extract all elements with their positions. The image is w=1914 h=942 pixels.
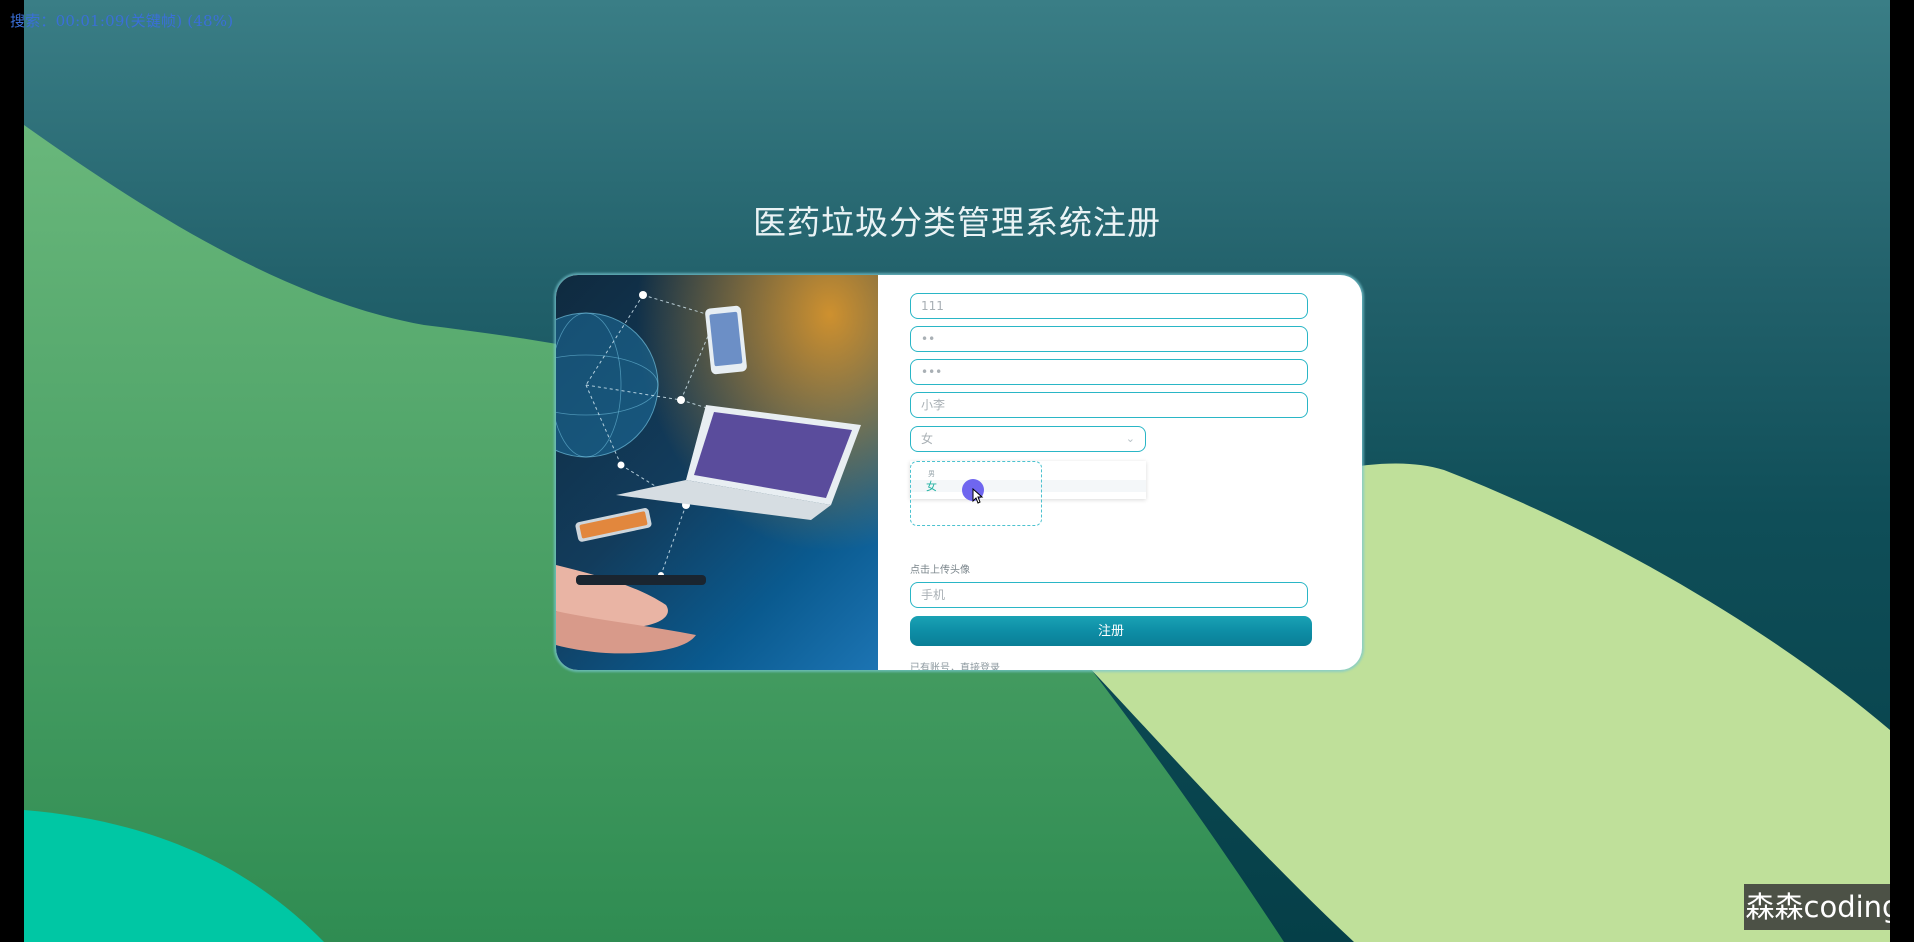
password-field[interactable]: •• bbox=[910, 326, 1308, 352]
devices-network-image bbox=[556, 275, 878, 670]
chevron-down-icon: ⌄ bbox=[1125, 432, 1135, 445]
confirm-password-field[interactable]: ••• bbox=[910, 359, 1308, 385]
register-button[interactable]: 注册 bbox=[910, 616, 1312, 646]
mouse-cursor-icon bbox=[972, 488, 984, 504]
page-background: 医药垃圾分类管理系统注册 111 •• ••• 小李 女 ⌄ 男 女 点击上传头… bbox=[24, 0, 1890, 942]
name-field[interactable]: 小李 bbox=[910, 392, 1308, 418]
page-title: 医药垃圾分类管理系统注册 bbox=[753, 203, 1161, 242]
account-field[interactable]: 111 bbox=[910, 293, 1308, 319]
tech-illustration bbox=[556, 275, 878, 670]
upload-avatar-label: 点击上传头像 bbox=[910, 565, 970, 576]
register-card: 111 •• ••• 小李 女 ⌄ 男 女 点击上传头像 手机 注册 已有账号，… bbox=[556, 275, 1362, 670]
phone-field[interactable]: 手机 bbox=[910, 582, 1308, 608]
search-time-overlay: 搜索：00:01:09(关键帧) (48%) bbox=[10, 12, 234, 30]
login-link[interactable]: 已有账号，直接登录 bbox=[910, 659, 1000, 670]
watermark: 森森coding bbox=[1744, 884, 1890, 930]
gender-select-value: 女 bbox=[921, 432, 934, 446]
gender-select[interactable]: 女 ⌄ bbox=[910, 426, 1146, 452]
